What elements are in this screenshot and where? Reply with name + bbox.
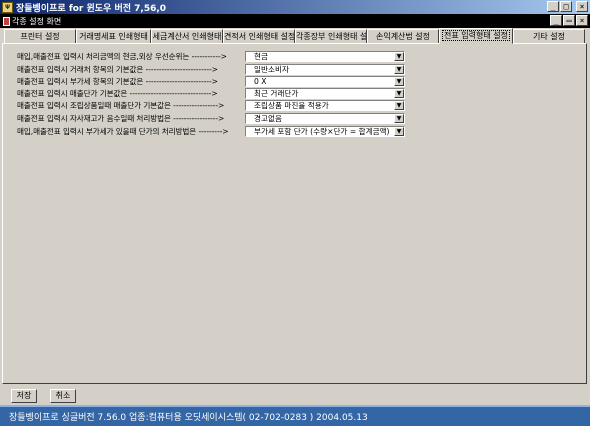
setting-label: 매출전표 입력시 거래처 항목의 기본값은 ------------------… <box>17 65 218 74</box>
setting-row: 매출전표 입력시 조립상품일때 매출단가 기본값은 --------------… <box>17 100 245 111</box>
setting-label: 매입,매출전표 입력시 처리금액의 현금,외상 우선순위는 ----------… <box>17 52 227 61</box>
cancel-button[interactable]: 취소 <box>50 389 76 403</box>
setting-row: 매출전표 입력시 거래처 항목의 기본값은 ------------------… <box>17 64 245 75</box>
setting-row: 매입,매출전표 입력시 부가세가 있을때 단가의 처리방법은 ---------… <box>17 126 245 137</box>
child-window-titlebar: 각종 설정 화면 _ ▭ × <box>0 14 590 28</box>
maximize-button[interactable]: □ <box>560 1 572 12</box>
negative-stock-select[interactable]: 경고없음 ▼ <box>245 113 405 124</box>
tab-other[interactable]: 기타 설정 <box>513 29 585 44</box>
child-window-title: 각종 설정 화면 <box>12 16 62 26</box>
tab-slip-input[interactable]: 전표 입력형태 설정 <box>439 28 513 44</box>
setting-label: 매입,매출전표 입력시 부가세가 있을때 단가의 처리방법은 ---------… <box>17 127 229 136</box>
tab-printer[interactable]: 프린터 설정 <box>4 29 76 44</box>
chevron-down-icon[interactable]: ▼ <box>394 52 404 61</box>
chevron-down-icon[interactable]: ▼ <box>394 114 404 123</box>
cash-credit-priority-select[interactable]: 현금 ▼ <box>245 51 405 62</box>
child-restore-button[interactable]: ▭ <box>563 15 575 26</box>
child-close-button[interactable]: × <box>576 15 588 26</box>
tab-profit-method[interactable]: 손익계산법 설정 <box>367 29 439 44</box>
vat-unit-price-select[interactable]: 부가세 포함 단가 (수량×단가 = 합계금액) ▼ <box>245 126 405 137</box>
setting-row: 매출전표 입력시 자사재고가 음수일때 처리방법은 --------------… <box>17 113 245 124</box>
setting-label: 매출전표 입력시 자사재고가 음수일때 처리방법은 --------------… <box>17 114 225 123</box>
chevron-down-icon[interactable]: ▼ <box>394 101 404 110</box>
chevron-down-icon[interactable]: ▼ <box>394 65 404 74</box>
tab-tax-invoice-print[interactable]: 세금계산서 인쇄형태 <box>151 29 223 44</box>
tab-ledger-print[interactable]: 각종장부 인쇄형태 설 <box>295 29 367 44</box>
child-window-icon <box>3 16 10 26</box>
tab-quote-print[interactable]: 견적서 인쇄형태 설정 <box>223 29 295 44</box>
minimize-button[interactable]: _ <box>547 1 559 12</box>
save-button[interactable]: 저장 <box>11 389 37 403</box>
assembly-price-select[interactable]: 조립상품 마진율 적용가 ▼ <box>245 100 405 111</box>
default-sale-price-select[interactable]: 최근 거래단가 ▼ <box>245 88 405 99</box>
setting-label: 매출전표 입력시 매출단가 기본값은 ---------------------… <box>17 89 218 98</box>
status-bar: 장들벵이프로 싱글버전 7.56.0 업종:컴퓨터용 오딧세이시스템( 02-7… <box>0 405 590 426</box>
default-customer-select[interactable]: 일반소비자 ▼ <box>245 64 405 75</box>
close-button[interactable]: × <box>576 1 588 12</box>
default-vat-select[interactable]: 0 X ▼ <box>245 76 405 87</box>
app-title: 장들벵이프로 for 윈도우 버전 7,56,0 <box>16 3 167 14</box>
tab-invoice-print[interactable]: 거래명세표 인쇄형태 <box>76 29 151 44</box>
chevron-down-icon[interactable]: ▼ <box>394 77 404 86</box>
setting-row: 매출전표 입력시 매출단가 기본값은 ---------------------… <box>17 88 245 99</box>
setting-row: 매입,매출전표 입력시 처리금액의 현금,외상 우선순위는 ----------… <box>17 51 245 62</box>
setting-label: 매출전표 입력시 부가세 항목의 기본값은 ------------------… <box>17 77 218 86</box>
app-titlebar: Ψ 장들벵이프로 for 윈도우 버전 7,56,0 _ □ × <box>0 0 590 14</box>
settings-tabs: 프린터 설정 거래명세표 인쇄형태 세금계산서 인쇄형태 견적서 인쇄형태 설정… <box>2 28 588 44</box>
child-minimize-button[interactable]: _ <box>550 15 562 26</box>
chevron-down-icon[interactable]: ▼ <box>394 89 404 98</box>
chevron-down-icon[interactable]: ▼ <box>394 127 404 136</box>
setting-row: 매출전표 입력시 부가세 항목의 기본값은 ------------------… <box>17 76 245 87</box>
setting-label: 매출전표 입력시 조립상품일때 매출단가 기본값은 --------------… <box>17 101 225 110</box>
app-icon: Ψ <box>2 1 13 13</box>
